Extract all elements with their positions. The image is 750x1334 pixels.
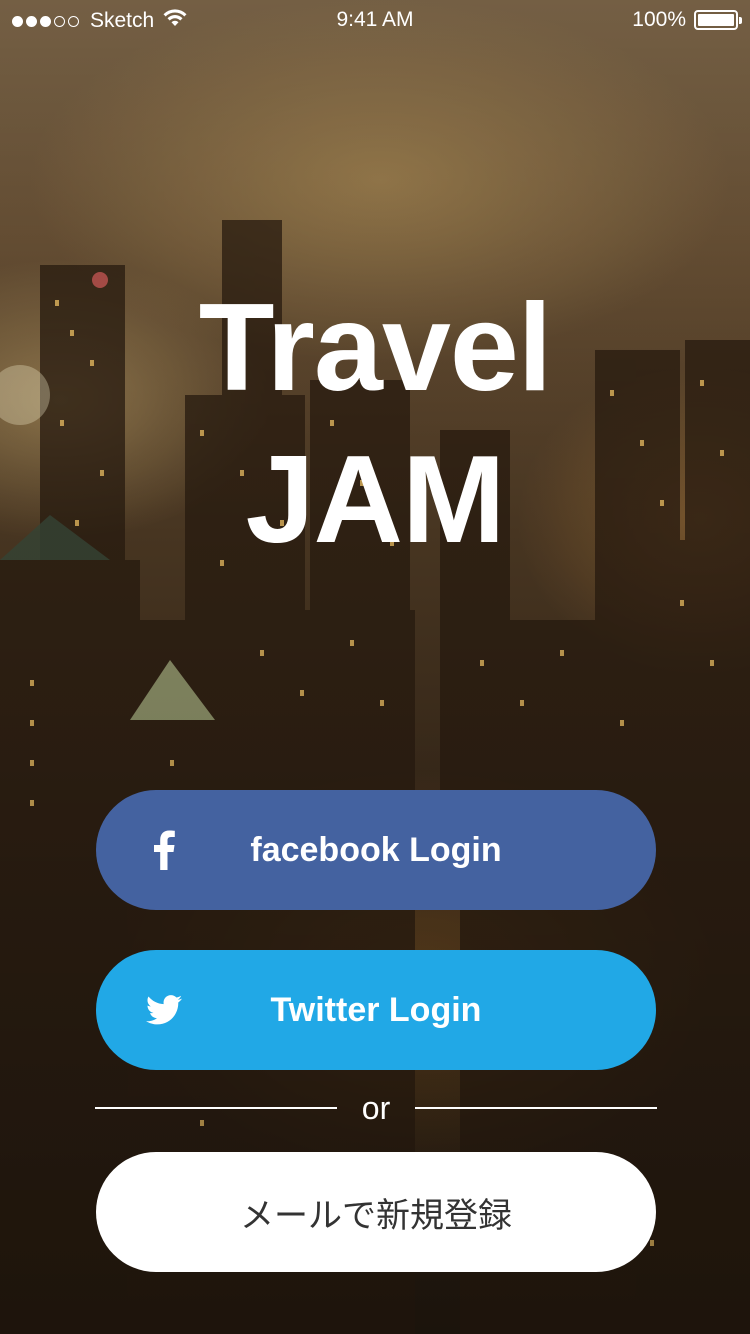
app-title-line1: Travel [198, 279, 553, 417]
app-title: Travel JAM [0, 272, 750, 576]
email-signup-label: メールで新規登録 [240, 1196, 512, 1235]
twitter-login-button[interactable]: Twitter Login [96, 950, 656, 1070]
or-divider: or [95, 1088, 657, 1128]
email-signup-button[interactable]: メールで新規登録 [96, 1152, 656, 1272]
facebook-login-label: facebook Login [250, 830, 502, 869]
facebook-icon [142, 828, 186, 872]
app-title-line2: JAM [245, 431, 506, 569]
status-bar: Sketch 9:41 AM 100% [0, 0, 750, 40]
divider-line-right [415, 1107, 657, 1109]
background-city-image [0, 0, 750, 1334]
battery-percentage: 100% [632, 8, 686, 31]
twitter-login-label: Twitter Login [270, 990, 482, 1029]
battery-icon [694, 10, 742, 30]
status-right: 100% [632, 8, 742, 32]
twitter-icon [142, 988, 186, 1032]
facebook-login-button[interactable]: facebook Login [96, 790, 656, 910]
